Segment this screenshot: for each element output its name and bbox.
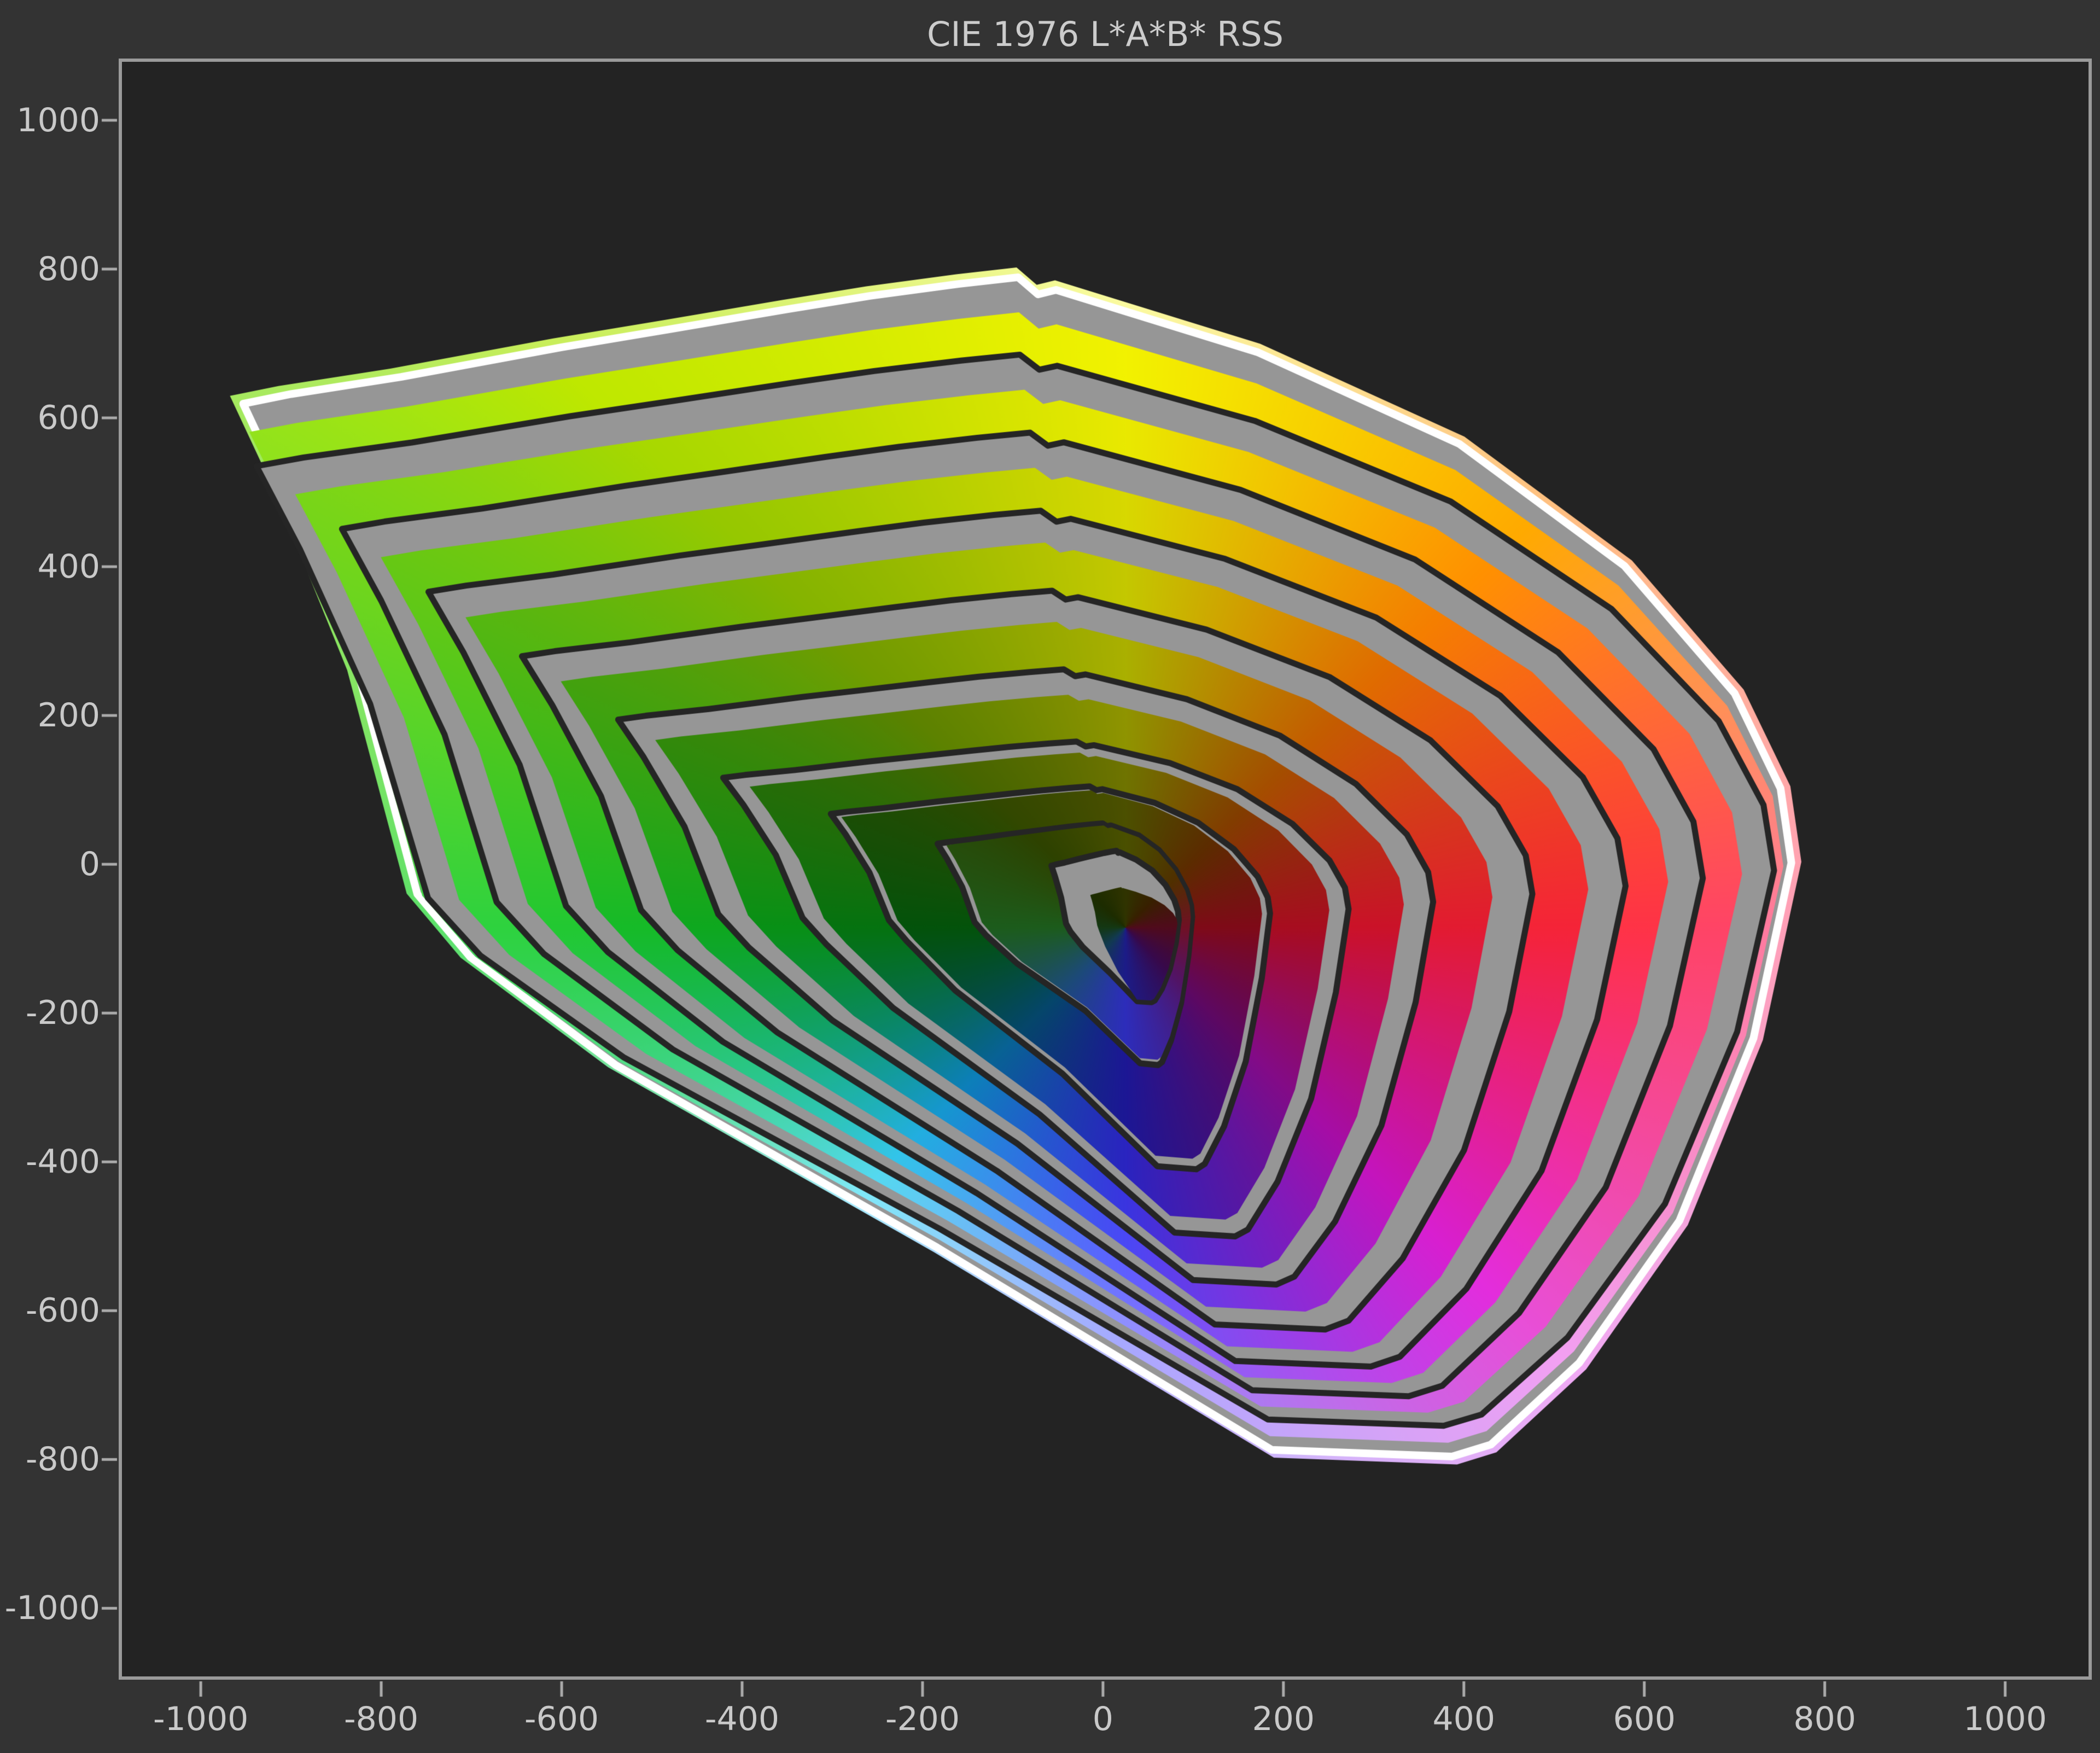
x-tick-label: -600: [524, 1700, 599, 1738]
x-tick-label: 400: [1432, 1700, 1496, 1738]
x-tick-label: 1000: [1963, 1700, 2047, 1738]
x-tick-label: 600: [1613, 1700, 1676, 1738]
y-tick-label: -200: [25, 994, 100, 1033]
figure: -1000 -800 -600 -400 -200 0 200 400 600 800 1000 -1…: [0, 0, 2100, 1753]
y-tick-label: 800: [37, 249, 100, 288]
y-tick-label: 200: [37, 696, 100, 735]
x-tick-label: -1000: [153, 1700, 249, 1738]
y-tick-label: 400: [37, 548, 100, 586]
x-tick-label: 800: [1793, 1700, 1856, 1738]
x-tick-label: 200: [1252, 1700, 1315, 1738]
chart-title: CIE 1976 L*A*B* RSS: [927, 14, 1284, 54]
x-tick-label: -400: [704, 1700, 780, 1738]
gamut-contour-canvas: [0, 0, 2100, 1753]
x-tick-label: 0: [1092, 1700, 1113, 1738]
x-tick-label: -800: [343, 1700, 419, 1738]
y-tick-label: 1000: [16, 101, 100, 139]
y-tick-label: -400: [25, 1143, 100, 1181]
y-tick-label: 600: [37, 399, 100, 437]
y-tick-label: -800: [25, 1440, 100, 1479]
x-tick-label: -200: [885, 1700, 960, 1738]
y-tick-label: 0: [79, 845, 100, 884]
y-tick-label: -600: [25, 1291, 100, 1330]
y-tick-label: -1000: [4, 1589, 100, 1628]
